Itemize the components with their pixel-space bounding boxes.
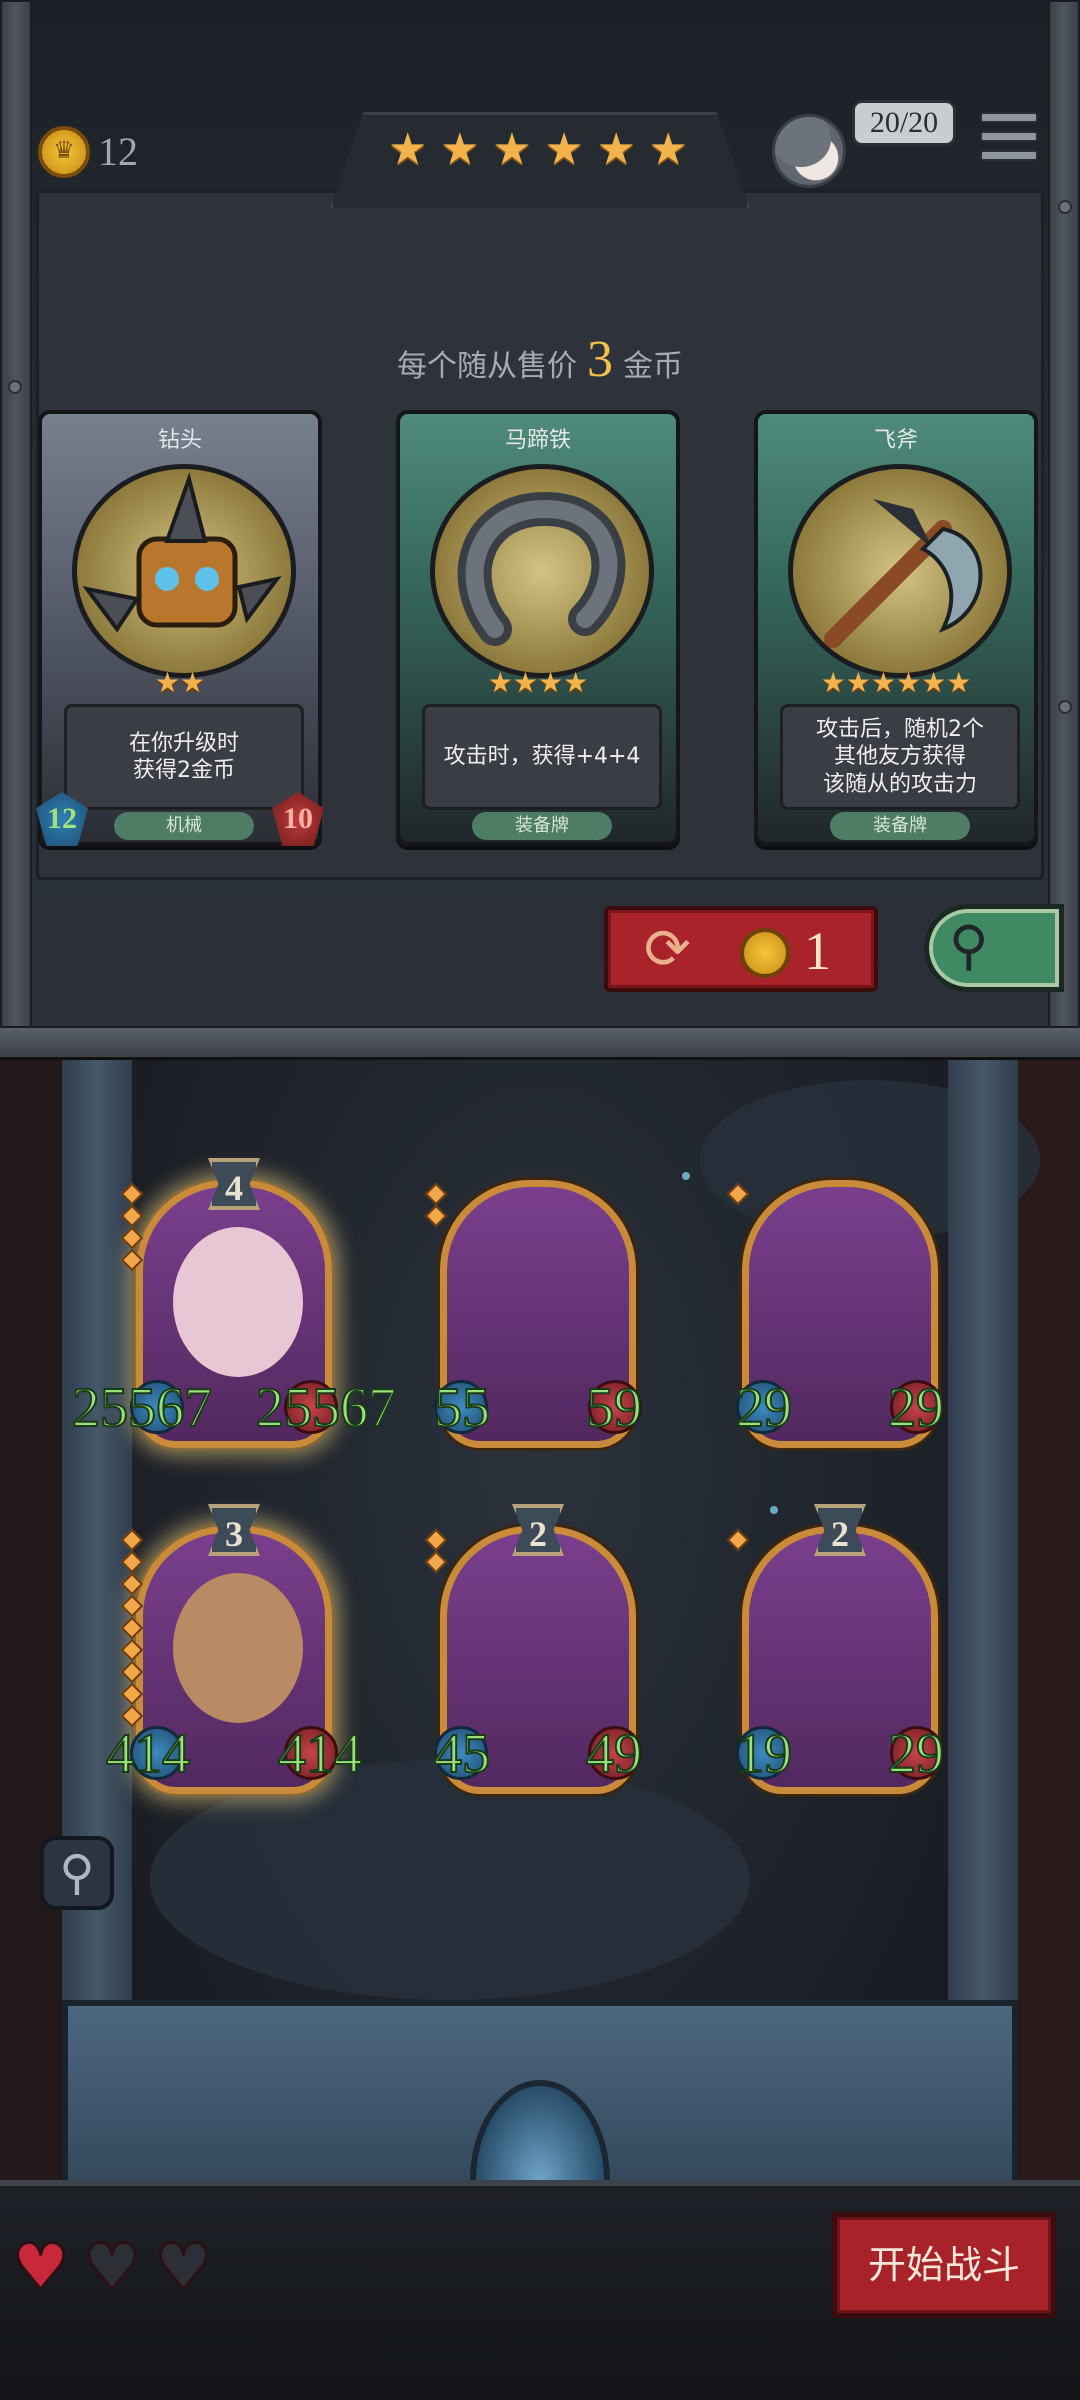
sell-text-prefix: 每个随从售价 — [397, 349, 577, 384]
minion-health: 29 — [887, 1376, 945, 1440]
minion-attack: 29 — [735, 1376, 793, 1440]
tier-star: ★ — [544, 124, 584, 175]
board-minion[interactable]: 2 19 29 — [726, 1504, 945, 1794]
shop-panel: ★ ★ ★ ★ ★ ★ ♛ 12 20/20 每个随从售价 3 金币 钻头 ★★ 在… — [0, 0, 1080, 1060]
rivet — [1058, 200, 1072, 214]
tier-star: ★ — [648, 124, 688, 175]
card-star: ★ — [154, 666, 180, 699]
minion-health: 29 — [887, 1722, 945, 1786]
board-minion[interactable]: 3 414 414 — [105, 1504, 363, 1794]
refresh-icon: ⟳ — [644, 917, 691, 982]
card-star: ★ — [946, 666, 972, 699]
crown-coin-icon: ♛ — [38, 126, 90, 178]
sparkle — [682, 1172, 690, 1180]
sell-text-suffix: 金币 — [623, 349, 683, 384]
hero-avatar[interactable] — [772, 114, 846, 188]
frame-divider — [0, 1026, 1080, 1060]
gold-count: 12 — [98, 129, 138, 174]
lives: ♥ ♥ ♥ — [10, 2231, 213, 2305]
minion-gems — [726, 1182, 750, 1208]
card-star: ★ — [180, 666, 206, 699]
shop-card[interactable]: 钻头 ★★ 在你升级时 获得2金币 机械 12 10 — [36, 410, 324, 846]
tier-star: ★ — [596, 124, 636, 175]
frame-left — [0, 0, 32, 1030]
tier-star: ★ — [440, 124, 480, 175]
tier-stars: ★ ★ ★ ★ ★ ★ — [388, 122, 688, 178]
card-star: ★ — [896, 666, 922, 699]
cloud — [150, 1760, 750, 2000]
rivet — [8, 380, 22, 394]
card-stars: ★★★★★★ — [758, 666, 1034, 699]
board-minion[interactable]: 2 45 49 — [424, 1504, 643, 1794]
minion-health: 25567 — [255, 1376, 397, 1440]
sell-price-value: 3 — [587, 331, 613, 388]
magnifier-icon: ⚲ — [949, 914, 989, 977]
crown-coin-icon — [740, 928, 790, 978]
axe-art — [788, 464, 1012, 678]
card-description: 在你升级时 获得2金币 — [64, 704, 304, 810]
card-stars: ★★★★ — [400, 666, 676, 699]
start-battle-button[interactable]: 开始战斗 — [832, 2212, 1056, 2318]
minion-attack: 55 — [433, 1376, 491, 1440]
card-stars: ★★ — [42, 666, 318, 699]
minion-health: 49 — [585, 1722, 643, 1786]
hamburger-menu-icon[interactable] — [980, 112, 1038, 168]
minion-attack: 45 — [433, 1722, 491, 1786]
reroll-cost: 1 — [804, 921, 831, 981]
rivet — [1058, 700, 1072, 714]
frame-right — [1048, 0, 1080, 1030]
card-star: ★ — [512, 666, 538, 699]
hero-health: 20/20 — [852, 100, 956, 146]
drill-robot-art — [72, 464, 296, 678]
search-button[interactable]: ⚲ — [924, 904, 1064, 992]
card-star: ★ — [563, 666, 589, 699]
reroll-button[interactable]: ⟳ 1 — [604, 906, 878, 992]
board-panel: 4 25567 25567 55 59 29 29 3 414 414 2 45… — [0, 1060, 1080, 2400]
board-minion[interactable]: 4 25567 25567 — [71, 1158, 397, 1448]
card-tag: 装备牌 — [830, 812, 970, 840]
card-title: 钻头 — [157, 428, 202, 453]
magnifier-icon[interactable]: ⚲ — [40, 1836, 114, 1910]
minion-gems — [424, 1528, 448, 1576]
card-star: ★ — [870, 666, 896, 699]
heart-icon: ♥ — [10, 2231, 70, 2305]
card-title: 马蹄铁 — [504, 428, 571, 453]
minion-gems — [726, 1528, 750, 1554]
shop-card[interactable]: 飞斧 ★★★★★★ 攻击后，随机2个 其他友方获得 该随从的攻击力 装备牌 — [754, 410, 1038, 846]
shop-card[interactable]: 马蹄铁 ★★★★ 攻击时，获得+4+4 装备牌 — [396, 410, 680, 846]
board-pillar — [948, 1060, 1018, 2060]
card-tag: 机械 — [114, 812, 254, 840]
horseshoe-art — [430, 464, 654, 678]
minion-attack: 414 — [105, 1722, 191, 1786]
card-description: 攻击时，获得+4+4 — [422, 704, 662, 810]
heart-icon: ♥ — [153, 2231, 213, 2305]
minion-attack: 19 — [735, 1722, 793, 1786]
minion-health: 59 — [585, 1376, 643, 1440]
minion-gems — [120, 1528, 144, 1730]
card-title: 飞斧 — [873, 428, 918, 453]
card-star: ★ — [538, 666, 564, 699]
tier-star: ★ — [492, 124, 532, 175]
board-minion[interactable]: 29 29 — [726, 1180, 945, 1448]
card-star: ★ — [820, 666, 846, 699]
card-star: ★ — [845, 666, 871, 699]
card-description: 攻击后，随机2个 其他友方获得 该随从的攻击力 — [780, 704, 1020, 810]
sell-price-text: 每个随从售价 3 金币 — [300, 330, 780, 389]
minion-attack: 25567 — [71, 1376, 213, 1440]
board-minion[interactable]: 55 59 — [424, 1180, 643, 1448]
minion-health: 414 — [277, 1722, 363, 1786]
heart-icon: ♥ — [82, 2231, 142, 2305]
card-star: ★ — [487, 666, 513, 699]
card-star: ★ — [921, 666, 947, 699]
tier-star: ★ — [388, 124, 428, 175]
sparkle — [770, 1506, 778, 1514]
minion-gems — [120, 1182, 144, 1274]
card-tag: 装备牌 — [472, 812, 612, 840]
minion-gems — [424, 1182, 448, 1230]
